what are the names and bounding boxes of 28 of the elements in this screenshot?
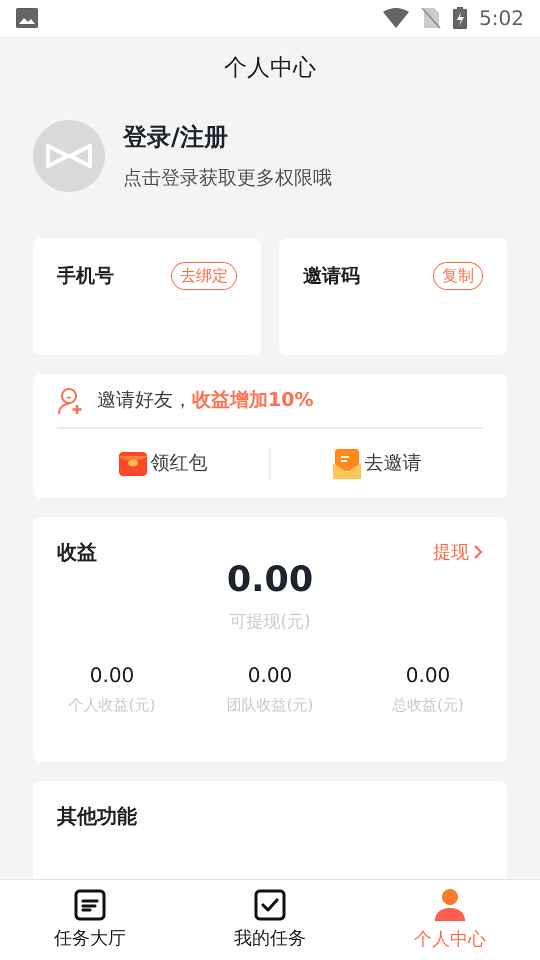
tab-button[interactable]: 任务大厅 — [0, 880, 180, 960]
stat-value: 0.00 — [248, 662, 292, 688]
card-label: 邀请码 — [303, 264, 360, 289]
login-hint: 点击登录获取更多权限哦 — [123, 168, 332, 188]
stat-value: 0.00 — [406, 662, 450, 688]
other-features-title: 其他功能 — [57, 804, 137, 828]
tab-button[interactable]: 我的任务 — [180, 880, 360, 960]
wifi-icon — [383, 8, 410, 28]
invite-text: 邀请好友，收益增加10% — [97, 388, 314, 414]
checkbox-icon — [254, 888, 286, 920]
image-icon — [16, 8, 38, 28]
chevron-right-icon — [473, 545, 483, 559]
invite-action-button[interactable]: 去邀请 — [332, 448, 422, 478]
page-title: 个人中心 — [224, 54, 316, 83]
earnings-title: 收益 — [57, 539, 97, 566]
status-time: 5:02 — [479, 5, 524, 32]
person-icon — [433, 888, 467, 922]
battery-icon — [453, 7, 468, 29]
card-label: 手机号 — [57, 264, 114, 289]
gift-packet-icon — [118, 452, 146, 476]
invite-action-button[interactable]: 领红包 — [118, 449, 208, 478]
no-sim-icon — [421, 7, 442, 29]
envelope-icon — [332, 448, 360, 478]
stat-value: 0.00 — [90, 662, 134, 688]
login-link[interactable]: 登录/注册 — [123, 124, 332, 148]
avatar-icon[interactable] — [33, 120, 105, 192]
list-icon — [74, 888, 106, 920]
withdrawable-amount: 0.00 — [226, 563, 314, 598]
